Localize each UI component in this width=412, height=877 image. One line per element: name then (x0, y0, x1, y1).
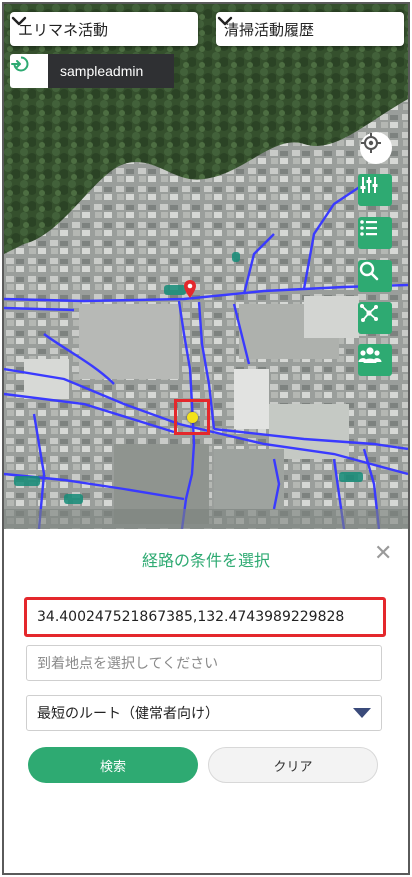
map-poi-label (339, 472, 363, 482)
members-button[interactable] (358, 344, 392, 376)
origin-value: 34.400247521867385,132.4743989229828 (37, 609, 345, 625)
logout-icon (11, 56, 29, 72)
current-location-marker[interactable] (174, 399, 210, 435)
route-type-value: 最短のルート（健常者向け） (37, 706, 219, 722)
search-button[interactable] (358, 260, 392, 292)
close-icon[interactable]: ✕ (374, 541, 392, 566)
user-badge: sampleadmin (10, 54, 174, 88)
map-poi-label (14, 476, 41, 486)
map-poi-label (164, 285, 186, 295)
layers-button[interactable] (358, 174, 392, 206)
route-type-select[interactable]: 最短のルート（健常者向け） (26, 695, 382, 731)
list-button[interactable] (358, 217, 392, 249)
search-icon (359, 261, 379, 281)
chevron-down-icon (11, 16, 27, 26)
map-poi-label (232, 252, 241, 262)
map-view[interactable]: エリマネ活動 清掃活動履歴 sampleadmin (4, 4, 408, 529)
caret-down-icon (353, 708, 371, 718)
map-pin-icon[interactable] (184, 280, 196, 298)
network-icon (360, 304, 378, 322)
layers-sliders-icon (360, 177, 378, 193)
locate-button[interactable] (360, 132, 392, 164)
locate-icon (361, 133, 381, 153)
logout-button[interactable] (10, 54, 48, 88)
username: sampleadmin (48, 54, 174, 88)
origin-field[interactable]: 34.400247521867385,132.4743989229828 (24, 597, 386, 637)
activity-category-dropdown[interactable]: エリマネ活動 (10, 12, 198, 46)
activity-history-dropdown[interactable]: 清掃活動履歴 (216, 12, 404, 46)
activity-category-label: エリマネ活動 (18, 20, 109, 39)
location-dot-icon (186, 411, 198, 423)
route-network-button[interactable] (358, 302, 392, 334)
activity-history-label: 清掃活動履歴 (224, 20, 315, 39)
people-icon (358, 347, 382, 363)
search-route-button[interactable]: 検索 (28, 747, 198, 783)
list-icon (360, 220, 377, 236)
route-condition-panel: 経路の条件を選択 ✕ 34.400247521867385,132.474398… (4, 529, 408, 873)
clear-button[interactable]: クリア (208, 747, 378, 783)
destination-field[interactable]: 到着地点を選択してください (26, 645, 382, 681)
chevron-down-icon (217, 16, 233, 26)
destination-placeholder: 到着地点を選択してください (37, 656, 219, 672)
map-poi-label (64, 494, 84, 504)
app-frame: エリマネ活動 清掃活動履歴 sampleadmin 経路の条件を選択 ✕ 34.… (2, 2, 410, 875)
panel-title: 経路の条件を選択 (141, 551, 270, 570)
